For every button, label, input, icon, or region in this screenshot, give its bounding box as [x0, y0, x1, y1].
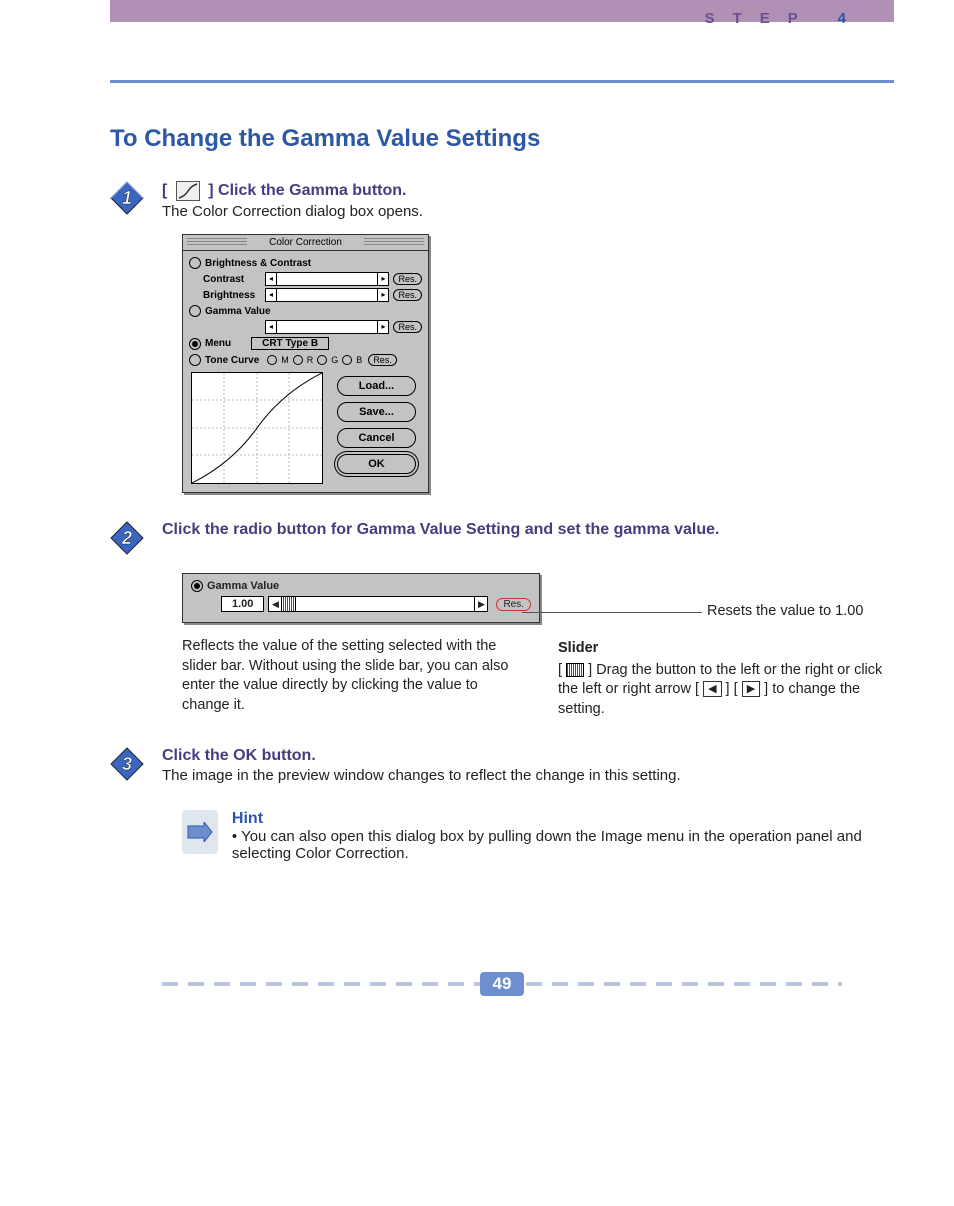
gamma-slider[interactable]: ◂▸: [265, 320, 389, 334]
gamma-value-input[interactable]: 1.00: [221, 596, 264, 612]
gamma-button-icon: [176, 181, 200, 201]
tone-m-radio[interactable]: [267, 355, 277, 365]
dialog-title: Color Correction: [183, 235, 428, 251]
hint-title: Hint: [232, 810, 894, 828]
header-step: STEP 4: [705, 10, 864, 27]
page-number: 49: [480, 972, 524, 996]
contrast-reset-button[interactable]: Res.: [393, 273, 422, 285]
thumb-icon: [566, 663, 584, 677]
slider-note-text: [ ] Drag the button to the left or the r…: [558, 661, 894, 720]
ok-button[interactable]: OK: [337, 454, 416, 474]
svg-text:3: 3: [122, 754, 132, 774]
left-arrow-icon: ◀: [703, 681, 721, 697]
value-box-note: Reflects the value of the setting select…: [182, 637, 518, 719]
save-button[interactable]: Save...: [337, 402, 416, 422]
hint-icon: [182, 810, 218, 854]
slider-right-arrow-icon[interactable]: ▶: [474, 597, 487, 611]
radio-gamma-value-panel[interactable]: [191, 580, 203, 592]
gamma-reset-button[interactable]: Res.: [393, 321, 422, 333]
step1-head-suffix: ] Click the Gamma button.: [208, 182, 406, 199]
reset-note-text: Resets the value to 1.00: [707, 603, 863, 619]
step-number: 4: [838, 10, 864, 27]
tone-reset-button[interactable]: Res.: [368, 354, 397, 366]
step-label: STEP: [705, 10, 816, 27]
radio-gamma-value[interactable]: [189, 305, 201, 317]
brightness-reset-button[interactable]: Res.: [393, 289, 422, 301]
tone-b-radio[interactable]: [342, 355, 352, 365]
slider-left-arrow-icon[interactable]: ◀: [269, 597, 282, 611]
contrast-slider[interactable]: ◂▸: [265, 272, 389, 286]
svg-text:1: 1: [122, 188, 132, 208]
radio-brightness-contrast[interactable]: [189, 257, 201, 269]
step-2-badge: 2: [110, 521, 144, 555]
page-title: To Change the Gamma Value Settings: [110, 125, 894, 153]
brightness-slider[interactable]: ◂▸: [265, 288, 389, 302]
callout-line: [522, 612, 702, 613]
crt-type-select[interactable]: CRT Type B: [251, 337, 329, 350]
header-rule: [110, 80, 894, 83]
load-button[interactable]: Load...: [337, 376, 416, 396]
slider-note-title: Slider: [558, 639, 894, 659]
gamma-value-panel: Gamma Value 1.00 ◀ ▶ Res.: [182, 573, 540, 623]
tone-g-radio[interactable]: [317, 355, 327, 365]
tone-curve-graph: [191, 372, 323, 484]
step2-head: Click the radio button for Gamma Value S…: [162, 521, 894, 539]
radio-menu[interactable]: [189, 338, 201, 350]
cancel-button[interactable]: Cancel: [337, 428, 416, 448]
gamma-slider-panel[interactable]: ◀ ▶: [268, 596, 488, 612]
right-arrow-icon: ▶: [742, 681, 760, 697]
step-1-badge: 1: [110, 181, 144, 215]
step-3-badge: 3: [110, 747, 144, 781]
step3-head: Click the OK button.: [162, 747, 894, 765]
reset-button-callout[interactable]: Res.: [496, 598, 531, 611]
svg-text:2: 2: [121, 528, 132, 548]
radio-tone-curve[interactable]: [189, 354, 201, 366]
color-correction-dialog: Color Correction Brightness & Contrast C…: [182, 234, 429, 493]
hint-text: • You can also open this dialog box by p…: [232, 828, 894, 862]
step3-subtext: The image in the preview window changes …: [162, 767, 894, 784]
step1-head-prefix: [: [162, 182, 167, 199]
slider-thumb-icon[interactable]: [283, 597, 296, 611]
step1-subtext: The Color Correction dialog box opens.: [162, 203, 894, 220]
tone-r-radio[interactable]: [293, 355, 303, 365]
